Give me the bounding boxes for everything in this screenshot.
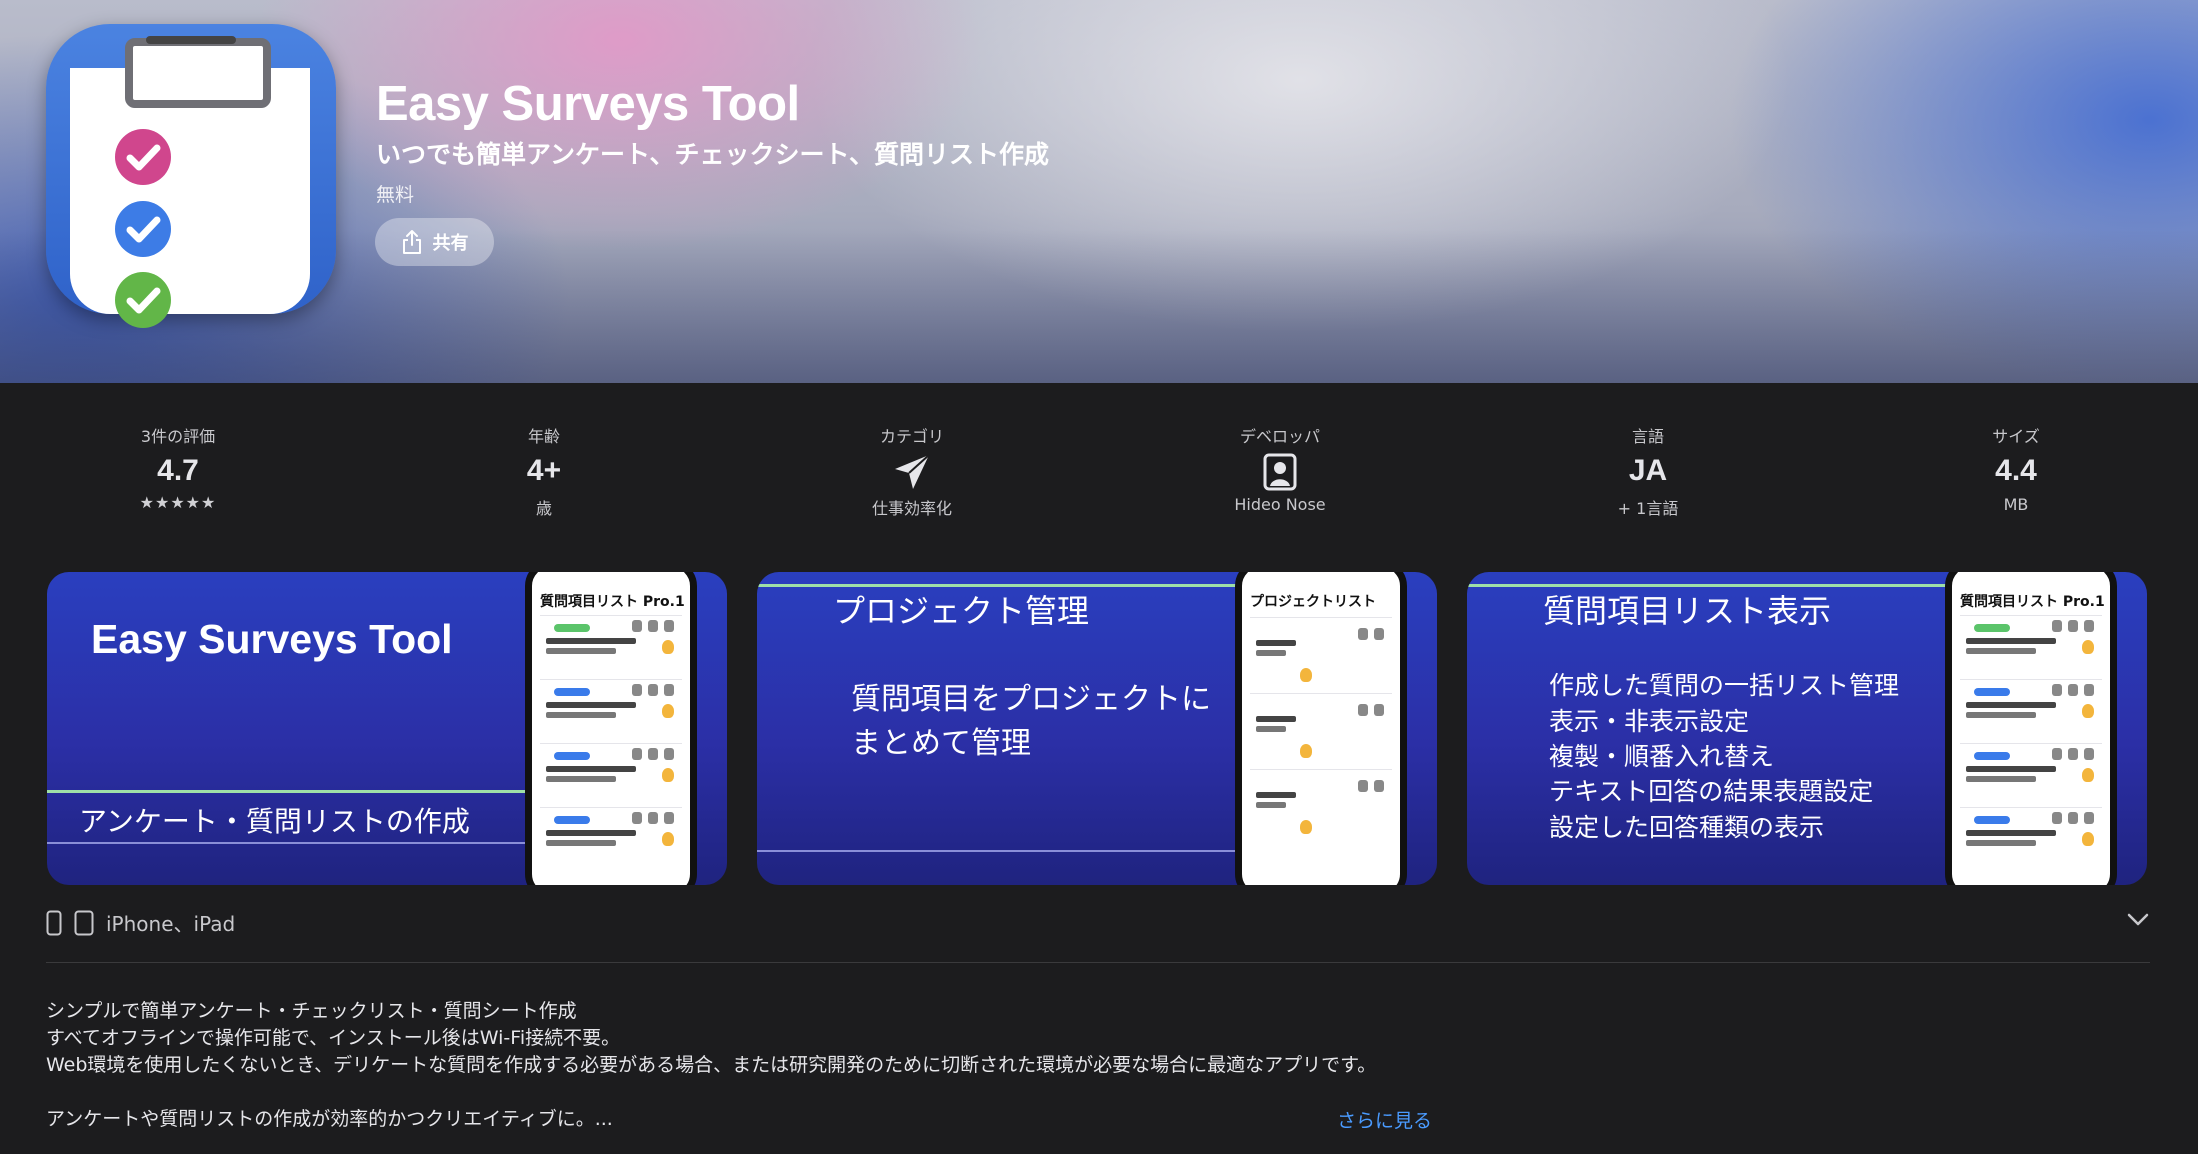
size-label: サイズ	[1992, 427, 2040, 446]
list-item	[1960, 743, 2102, 800]
screenshot-3-body-2: 表示・非表示設定	[1549, 707, 1750, 736]
phone-title: 質問項目リスト Pro.1	[1960, 594, 2105, 610]
description-line	[46, 1079, 1376, 1106]
screenshot-2-body-2: まとめて管理	[851, 726, 1031, 761]
share-button[interactable]: 共有	[375, 218, 494, 266]
screenshot-3[interactable]: 質問項目リスト表示 作成した質問の一括リスト管理 表示・非表示設定 複製・順番入…	[1467, 572, 2147, 885]
phone-mockup: 質問項目リスト Pro.1	[525, 572, 697, 885]
screenshot-1-heading: Easy Surveys Tool	[91, 616, 453, 662]
description-line: すべてオフラインで操作可能で、インストール後はWi-Fi接続不要。	[46, 1027, 621, 1049]
description-line: アンケートや質問リストの作成が効率的かつクリエイティブに。...	[46, 1108, 613, 1130]
category-label: カテゴリ	[879, 427, 944, 446]
ipad-icon	[74, 910, 94, 935]
screenshot-1-caption: アンケート・質問リストの作成	[79, 805, 470, 838]
description-line: Web環境を使用したくないとき、デリケートな質問を作成する必要がある場合、または…	[46, 1054, 1377, 1076]
list-item	[540, 615, 682, 672]
ratings-value: 4.7	[157, 454, 199, 487]
info-strip: 3件の評価 4.7 ★★★★★ 年齢 4+ 歳 カテゴリ 仕事効率化 デベロッパ…	[0, 383, 2198, 533]
developer-label: デベロッパ	[1239, 427, 1320, 446]
app-icon	[46, 24, 336, 328]
screenshot-2-body-1: 質問項目をプロジェクトに	[851, 682, 1211, 717]
info-age[interactable]: 年齢 4+ 歳	[414, 423, 674, 519]
info-language[interactable]: 言語 JA + 1言語	[1518, 423, 1778, 519]
age-value: 4+	[526, 454, 562, 487]
app-title: Easy Surveys Tool	[376, 77, 800, 131]
list-item	[1250, 769, 1392, 844]
phone-title: 質問項目リスト Pro.1	[540, 594, 685, 610]
green-check-icon	[114, 271, 172, 329]
screenshot-1-underline	[47, 842, 567, 844]
paper-plane-icon	[782, 447, 1042, 491]
pink-check-icon	[114, 128, 172, 186]
screenshot-3-body-4: テキスト回答の結果表題設定	[1549, 777, 1874, 806]
share-icon	[402, 230, 421, 254]
list-item	[1250, 617, 1392, 692]
category-sub: 仕事効率化	[871, 499, 952, 518]
screenshot-3-heading: 質問項目リスト表示	[1543, 592, 1832, 630]
age-label: 年齢	[527, 427, 560, 446]
size-sub: MB	[2003, 495, 2029, 514]
list-item	[540, 807, 682, 864]
screenshot-1-rule	[47, 790, 567, 793]
app-price: 無料	[376, 184, 415, 206]
phone-mockup: プロジェクトリスト	[1235, 572, 1407, 885]
list-item	[1250, 693, 1392, 768]
screenshot-1[interactable]: Easy Surveys Tool アンケート・質問リストの作成 質問項目リスト…	[47, 572, 727, 885]
clipboard-bar	[146, 36, 236, 44]
info-developer[interactable]: デベロッパ Hideo Nose	[1150, 423, 1410, 514]
share-label: 共有	[432, 233, 469, 254]
screenshot-2-heading: プロジェクト管理	[833, 592, 1090, 630]
info-size[interactable]: サイズ 4.4 MB	[1886, 423, 2146, 514]
person-badge-icon	[1150, 447, 1410, 491]
list-item	[1960, 679, 2102, 736]
screenshot-2[interactable]: プロジェクト管理 質問項目をプロジェクトに まとめて管理 プロジェクトリスト	[757, 572, 1437, 885]
device-compatibility: iPhone、iPad	[46, 908, 235, 937]
app-header: Easy Surveys Tool いつでも簡単アンケート、チェックシート、質問…	[0, 0, 2198, 383]
blue-check-icon	[114, 200, 172, 258]
info-ratings[interactable]: 3件の評価 4.7 ★★★★★	[48, 423, 308, 512]
iphone-icon	[46, 910, 62, 935]
ratings-label: 3件の評価	[140, 427, 216, 446]
language-label: 言語	[1631, 427, 1664, 446]
language-value: JA	[1628, 454, 1668, 487]
app-subtitle: いつでも簡単アンケート、チェックシート、質問リスト作成	[376, 140, 1050, 169]
screenshot-2-underline	[757, 850, 1277, 852]
rating-stars-icon: ★★★★★	[139, 493, 217, 512]
clipboard-clip-icon	[125, 38, 271, 108]
devices-label: iPhone、iPad	[106, 912, 236, 936]
divider	[46, 962, 2150, 963]
description-line: シンプルで簡単アンケート・チェックリスト・質問シート作成	[46, 1000, 577, 1022]
size-value: 4.4	[1995, 454, 2037, 487]
screenshot-3-body-1: 作成した質問の一括リスト管理	[1549, 671, 1900, 700]
list-item	[1960, 615, 2102, 672]
list-item	[1960, 807, 2102, 864]
chevron-down-icon[interactable]	[2124, 905, 2152, 933]
age-sub: 歳	[535, 499, 552, 518]
screenshot-3-body-5: 設定した回答種類の表示	[1549, 813, 1825, 842]
more-link[interactable]: さらに見る	[1337, 1106, 1432, 1133]
phone-mockup: 質問項目リスト Pro.1	[1945, 572, 2117, 885]
list-item	[540, 743, 682, 800]
screenshot-3-body-3: 複製・順番入れ替え	[1549, 742, 1775, 771]
info-category[interactable]: カテゴリ 仕事効率化	[782, 423, 1042, 519]
developer-name[interactable]: Hideo Nose	[1150, 495, 1410, 514]
list-item	[540, 679, 682, 736]
phone-title: プロジェクトリスト	[1250, 594, 1376, 610]
language-sub: + 1言語	[1617, 499, 1679, 518]
app-description: シンプルで簡単アンケート・チェックリスト・質問シート作成 すべてオフラインで操作…	[46, 998, 1376, 1133]
